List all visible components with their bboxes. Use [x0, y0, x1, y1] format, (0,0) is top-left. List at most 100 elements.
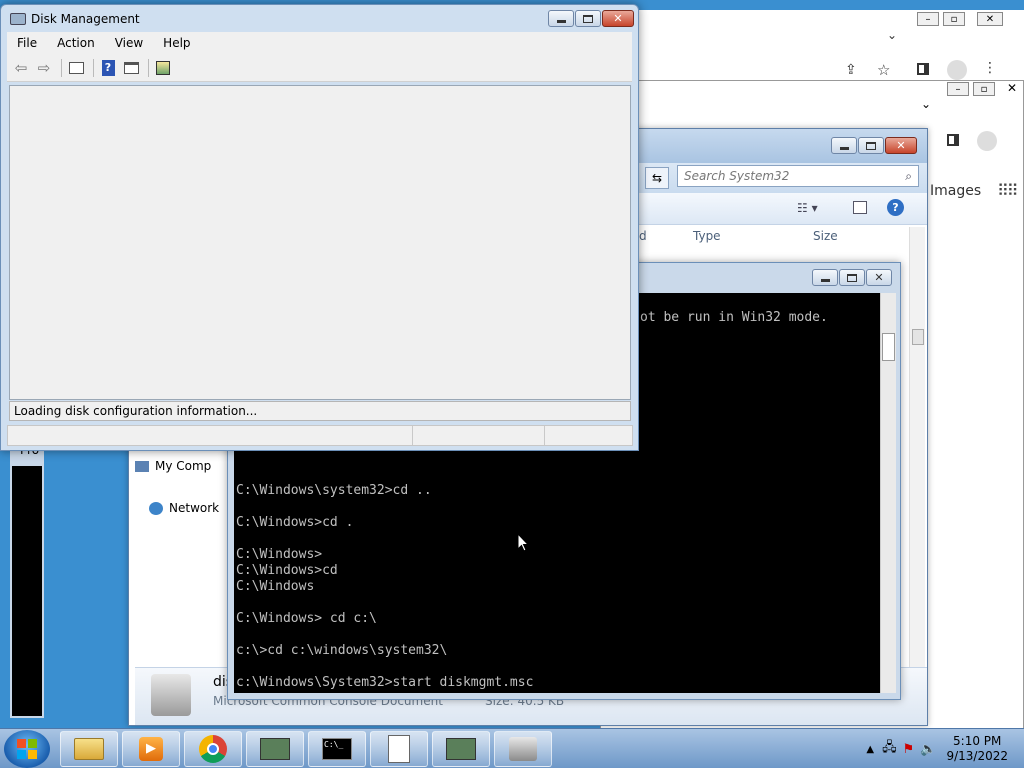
mmc-icon: [446, 738, 476, 760]
menu-view[interactable]: View: [105, 36, 153, 50]
chrome2-minimize-button[interactable]: –: [947, 82, 969, 96]
taskbar-disk-management-button[interactable]: [494, 731, 552, 767]
menu-file[interactable]: File: [7, 36, 47, 50]
toolbar-separator: [93, 58, 94, 77]
sidepanel-icon[interactable]: [947, 134, 959, 146]
chrome-top-minimize-button[interactable]: –: [917, 12, 939, 26]
share-icon[interactable]: ⇪: [845, 62, 857, 78]
refresh-icon[interactable]: ⇆: [645, 167, 669, 189]
chevron-down-icon[interactable]: ⌄: [887, 28, 897, 42]
console-scrollbar-thumb[interactable]: [882, 333, 895, 361]
menu-help[interactable]: Help: [153, 36, 200, 50]
taskbar-document-button[interactable]: [370, 731, 428, 767]
console-close-button[interactable]: ✕: [866, 269, 892, 286]
console-line: c:\Windows\System32>start diskmgmt.msc: [236, 675, 534, 690]
network-tray-icon[interactable]: 🖧: [882, 738, 897, 760]
console-minimize-button[interactable]: [812, 269, 838, 286]
explorer-nav-pane: My Comp Network: [135, 459, 231, 515]
status-bar: [7, 425, 633, 446]
explorer-minimize-button[interactable]: [831, 137, 857, 154]
images-link[interactable]: Images: [930, 183, 981, 199]
volume-icon[interactable]: 🔈: [920, 742, 936, 757]
taskbar-chrome-button[interactable]: [184, 731, 242, 767]
clock-time: 5:10 PM: [953, 734, 1002, 748]
document-icon: [388, 735, 410, 763]
show-hide-console-tree-icon[interactable]: [66, 58, 86, 78]
folder-icon: [74, 738, 104, 760]
nav-item-label: Network: [169, 501, 220, 515]
clock[interactable]: 5:10 PM 9/13/2022: [946, 734, 1008, 764]
console-line: C:\Windows: [236, 579, 315, 594]
action-pane-icon[interactable]: [121, 58, 141, 78]
chrome-top-maximize-button[interactable]: ▫: [943, 12, 965, 26]
view-options-icon[interactable]: ☷ ▾: [797, 201, 818, 215]
show-hidden-icons-icon[interactable]: ▲: [866, 744, 874, 755]
column-size[interactable]: Size: [813, 229, 838, 249]
taskbar-console-button[interactable]: C:\_: [308, 731, 366, 767]
media-player-icon: ▶: [139, 737, 163, 761]
chrome-icon: [199, 735, 227, 763]
chrome-window-top: – ▫ ✕ ⌄ ⇪ ☆ ⋮: [580, 10, 1024, 86]
network-icon: [149, 501, 163, 515]
command-prompt-icon: C:\_: [322, 738, 352, 760]
toolbar-separator: [148, 58, 149, 77]
start-button[interactable]: [4, 730, 50, 768]
action-center-icon[interactable]: ⚑: [903, 742, 915, 757]
profile-avatar-icon[interactable]: [947, 60, 967, 80]
taskbar-media-player-button[interactable]: ▶: [122, 731, 180, 767]
chevron-down-icon[interactable]: ⌄: [921, 97, 931, 111]
star-icon[interactable]: ☆: [877, 61, 890, 79]
computer-icon: [135, 460, 149, 472]
chrome2-close-icon[interactable]: ✕: [1007, 81, 1017, 95]
nav-item-computer[interactable]: My Comp: [135, 459, 231, 473]
properties-icon[interactable]: [153, 58, 173, 78]
window-title: Disk Management: [31, 12, 140, 26]
menu-action[interactable]: Action: [47, 36, 105, 50]
taskbar-computer-management-button[interactable]: [246, 731, 304, 767]
explorer-scrollbar[interactable]: [909, 227, 925, 667]
console-scrollbar[interactable]: [880, 293, 896, 693]
dm-minimize-button[interactable]: [548, 10, 574, 27]
disk-management-window: Disk Management ✕ File Action View Help …: [0, 4, 639, 451]
explorer-close-button[interactable]: ✕: [885, 137, 917, 154]
apps-grid-icon[interactable]: ⠿⠿: [997, 181, 1018, 200]
profile-avatar-icon[interactable]: [977, 131, 997, 151]
disk-management-content-area: [9, 85, 631, 400]
explorer-maximize-button[interactable]: [858, 137, 884, 154]
back-arrow-icon[interactable]: ⇦: [11, 58, 31, 78]
console-error-fragment: ot be run in Win32 mode.: [640, 310, 828, 325]
system-tray: ▲ 🖧 ⚑ 🔈 5:10 PM 9/13/2022: [866, 733, 1008, 765]
taskbar-mmc-button[interactable]: [432, 731, 490, 767]
console-line: C:\Windows> cd c:\: [236, 611, 377, 626]
status-bar-divider: [412, 426, 413, 445]
disk-management-icon: [509, 737, 537, 761]
scrollbar-thumb[interactable]: [912, 329, 924, 345]
explorer-search-input[interactable]: Search System32 ⌕: [677, 165, 919, 187]
forward-arrow-icon[interactable]: ⇨: [34, 58, 54, 78]
console-line: C:\Windows>: [236, 547, 323, 562]
column-type[interactable]: Type: [693, 229, 721, 249]
nav-item-network[interactable]: Network: [149, 501, 231, 515]
console-line: C:\Windows>cd: [236, 563, 338, 578]
kebab-menu-icon[interactable]: ⋮: [983, 60, 997, 76]
taskbar-explorer-button[interactable]: [60, 731, 118, 767]
disk-management-app-icon: [10, 13, 26, 25]
help-icon[interactable]: ?: [98, 58, 118, 78]
dm-maximize-button[interactable]: [575, 10, 601, 27]
chrome2-maximize-button[interactable]: ▫: [973, 82, 995, 96]
column-modified-fragment[interactable]: d: [639, 229, 647, 249]
sidepanel-icon[interactable]: [917, 63, 929, 75]
preview-pane-icon[interactable]: [853, 201, 867, 214]
search-placeholder: Search System32: [684, 169, 790, 183]
console-maximize-button[interactable]: [839, 269, 865, 286]
dm-close-button[interactable]: ✕: [602, 10, 634, 27]
help-icon[interactable]: ?: [887, 199, 904, 216]
chrome-top-close-button[interactable]: ✕: [977, 12, 1003, 26]
console-line: C:\Windows>cd .: [236, 515, 354, 530]
computer-management-icon: [260, 738, 290, 760]
console-lines: C:\Windows\system32>cd .. C:\Windows>cd …: [236, 483, 533, 693]
